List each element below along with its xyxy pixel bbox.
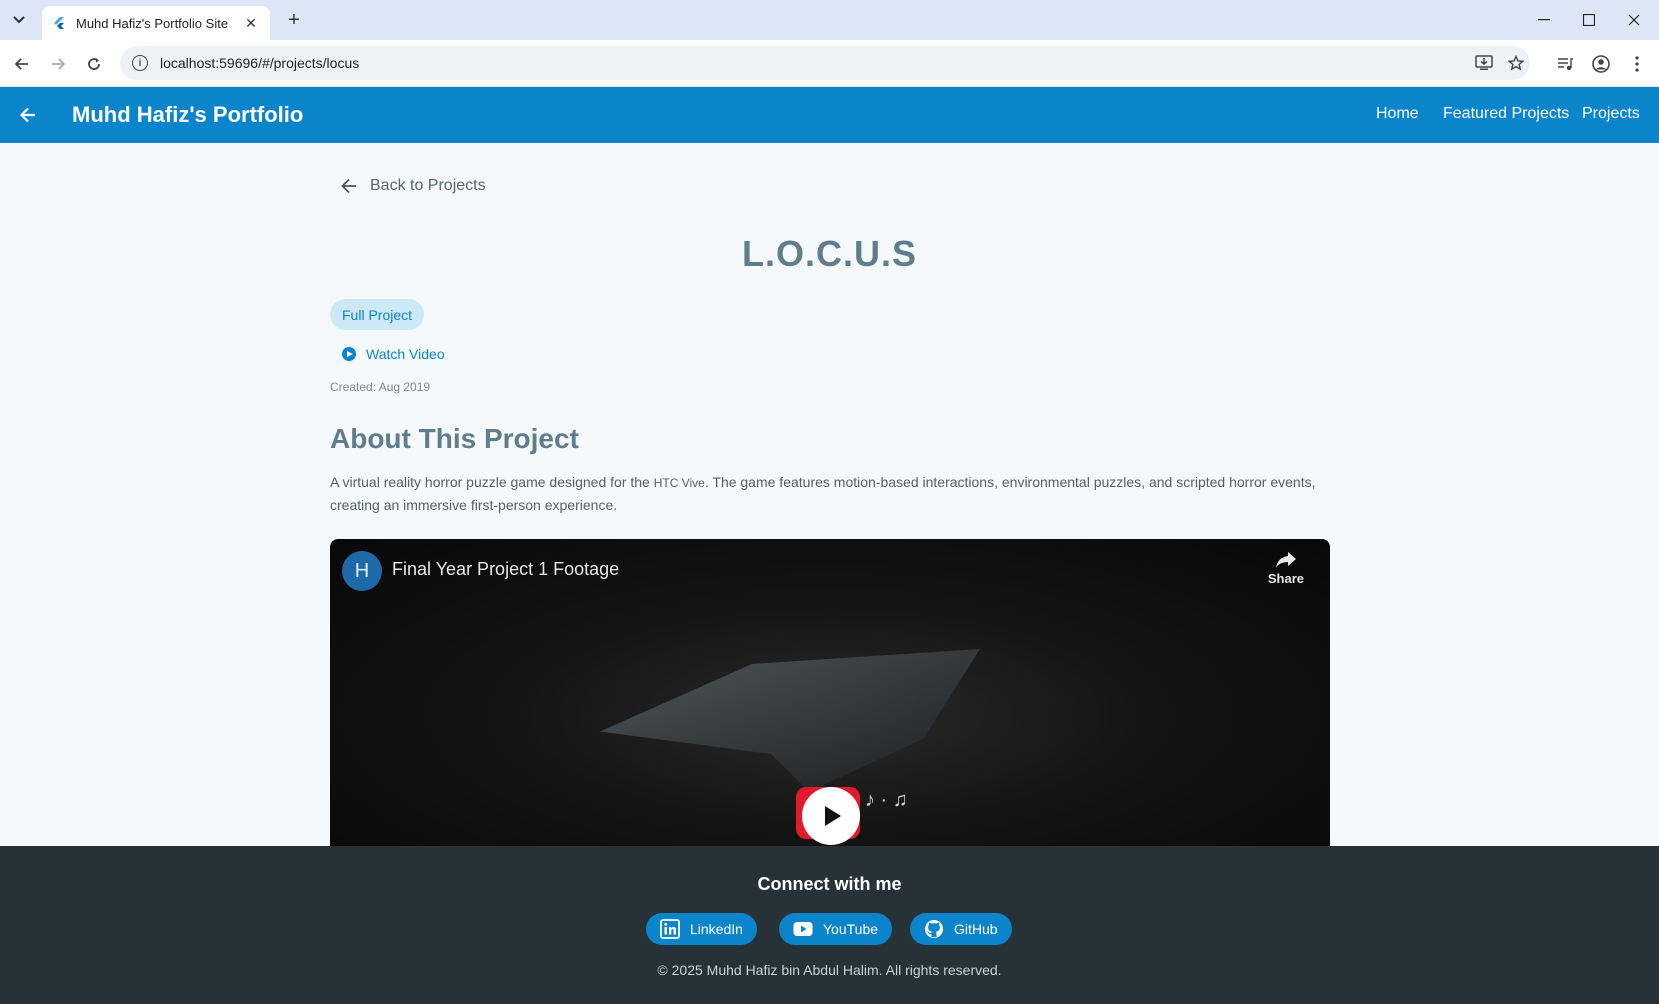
profile-icon[interactable] — [1587, 50, 1615, 78]
tab-search-chevron-icon[interactable] — [6, 8, 32, 32]
tab-title: Muhd Hafiz's Portfolio Site — [76, 15, 229, 31]
browser-menu-icon[interactable] — [1623, 50, 1651, 78]
media-controls-icon[interactable] — [1551, 50, 1579, 78]
channel-avatar[interactable]: H — [342, 551, 382, 591]
github-icon — [925, 920, 943, 938]
maximize-window-icon[interactable] — [1569, 6, 1609, 34]
about-heading: About This Project — [330, 423, 579, 454]
tab-close-icon[interactable]: ✕ — [242, 15, 260, 32]
project-detail-content: Back to Projects L.O.C.U.S Full Project … — [0, 143, 1659, 846]
footer-title: Connect with me — [757, 874, 902, 894]
browser-toolbar: i localhost:59696/#/projects/locus — [0, 40, 1659, 87]
app-title: Muhd Hafiz's Portfolio — [72, 102, 304, 127]
footer: Connect with me LinkedIn YouTube GitHub … — [0, 846, 1659, 1004]
project-title: L.O.C.U.S — [741, 233, 917, 274]
close-window-icon[interactable] — [1614, 6, 1654, 34]
site-info-icon[interactable]: i — [132, 55, 148, 71]
github-label: GitHub — [954, 921, 998, 937]
browser-tab-strip: Muhd Hafiz's Portfolio Site ✕ + — [0, 0, 1659, 40]
install-app-icon[interactable] — [1470, 46, 1498, 80]
watch-video-label: Watch Video — [366, 346, 445, 362]
linkedin-icon — [660, 919, 680, 939]
flutter-favicon-icon — [54, 17, 64, 29]
github-button[interactable]: GitHub — [910, 913, 1012, 945]
address-bar[interactable]: i localhost:59696/#/projects/locus — [120, 46, 1530, 80]
back-to-projects-button[interactable]: Back to Projects — [340, 177, 486, 195]
play-circle-icon — [342, 347, 356, 361]
reload-icon[interactable] — [80, 50, 108, 78]
app-back-arrow-icon[interactable] — [14, 101, 42, 129]
browser-tab[interactable]: Muhd Hafiz's Portfolio Site ✕ — [42, 6, 270, 40]
nav-home-link[interactable]: Home — [1376, 105, 1419, 123]
nav-projects-link[interactable]: Projects — [1582, 105, 1640, 123]
youtube-video-embed[interactable]: H Final Year Project 1 Footage Share ♪ ·… — [330, 539, 1330, 846]
arrow-left-icon — [341, 178, 356, 194]
linkedin-label: LinkedIn — [690, 921, 743, 937]
address-bar-url: localhost:59696/#/projects/locus — [160, 55, 360, 71]
bookmark-star-icon[interactable] — [1502, 46, 1530, 80]
new-tab-plus-icon[interactable]: + — [282, 8, 306, 32]
video-play-button[interactable] — [802, 787, 860, 845]
back-to-projects-label: Back to Projects — [370, 177, 486, 194]
project-description: A virtual reality horror puzzle game des… — [330, 471, 1330, 516]
browser-forward-icon[interactable] — [44, 50, 72, 78]
video-music-notes-decoration: ♪ · ♫ — [865, 789, 908, 811]
youtube-icon — [793, 922, 813, 936]
linkedin-button[interactable]: LinkedIn — [646, 913, 757, 945]
minimize-window-icon[interactable] — [1524, 6, 1564, 34]
nav-featured-projects-link[interactable]: Featured Projects — [1443, 105, 1569, 123]
description-text-start: A virtual reality horror puzzle game des… — [330, 474, 654, 490]
video-title[interactable]: Final Year Project 1 Footage — [392, 559, 619, 580]
description-platform: HTC Vive — [653, 476, 705, 490]
video-thumbnail-scene — [600, 649, 980, 792]
app-bar: Muhd Hafiz's Portfolio Home Featured Pro… — [0, 87, 1659, 143]
copyright-text: © 2025 Muhd Hafiz bin Abdul Halim. All r… — [657, 962, 1002, 978]
watch-video-button[interactable]: Watch Video — [342, 346, 445, 362]
share-label: Share — [1267, 571, 1304, 586]
youtube-button[interactable]: YouTube — [779, 913, 893, 945]
project-type-chip: Full Project — [330, 299, 425, 330]
youtube-label: YouTube — [823, 921, 879, 937]
browser-back-icon[interactable] — [8, 50, 36, 78]
share-button[interactable]: Share — [1268, 551, 1304, 586]
created-date: Created: Aug 2019 — [330, 380, 431, 394]
share-arrow-icon — [1275, 552, 1296, 568]
